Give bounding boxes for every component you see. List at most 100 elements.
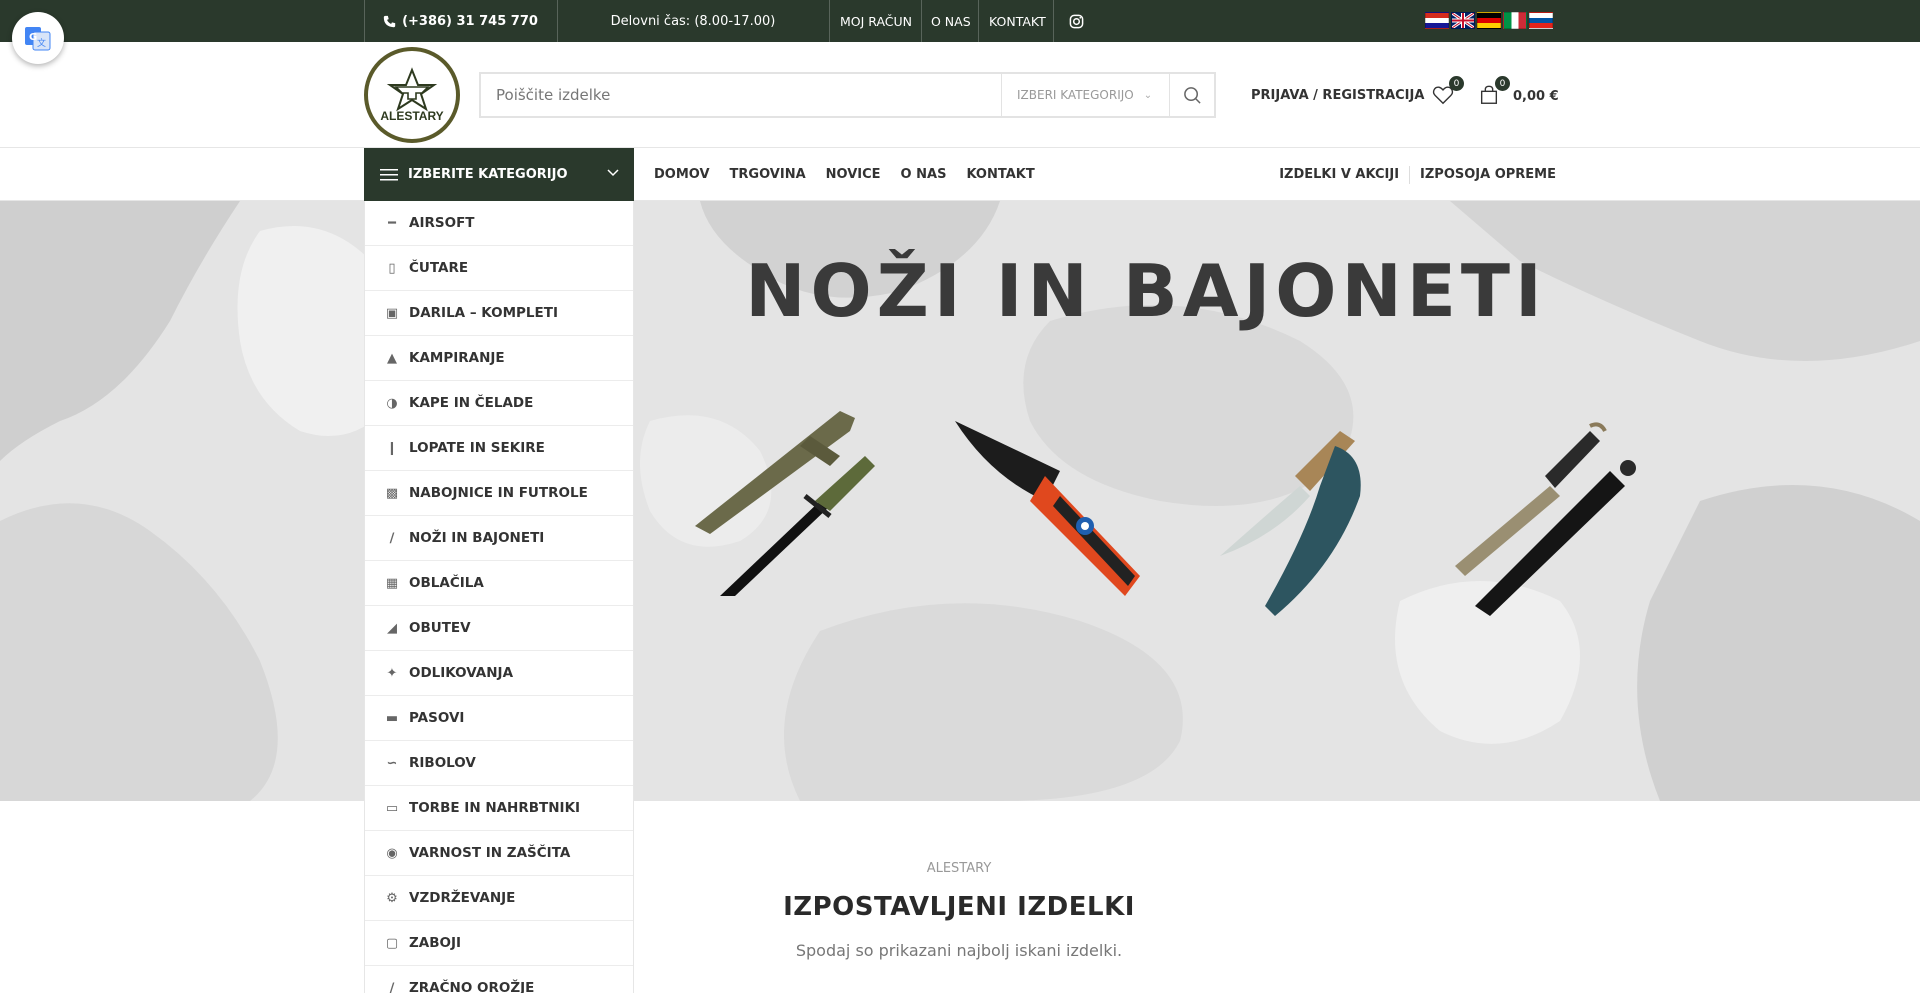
category-label: RIBOLOV xyxy=(409,755,476,771)
category-camping[interactable]: ▲ KAMPIRANJE xyxy=(365,336,633,381)
svg-text:G: G xyxy=(29,32,37,43)
category-gifts[interactable]: ▣ DARILA – KOMPLETI xyxy=(365,291,633,336)
category-clothing[interactable]: ▦ OBLAČILA xyxy=(365,561,633,606)
croatian-flag[interactable] xyxy=(1425,12,1449,29)
header: ALESTARY IZBERI KATEGORIJO ⌄ PRIJAVA / R… xyxy=(0,42,1920,148)
category-crates[interactable]: ▢ ZABOJI xyxy=(365,921,633,966)
secondary-menu: IZDELKI V AKCIJI IZPOSOJA OPREME xyxy=(1279,148,1556,201)
contact-link[interactable]: KONTAKT xyxy=(989,0,1046,42)
search-input[interactable] xyxy=(481,74,1001,116)
nav-home[interactable]: DOMOV xyxy=(654,167,710,182)
category-belts[interactable]: ▬ PASOVI xyxy=(365,696,633,741)
section-kicker: ALESTARY xyxy=(926,861,992,876)
about-link[interactable]: O NAS xyxy=(931,0,971,42)
bayonet-image xyxy=(695,411,875,596)
nav-news[interactable]: NOVICE xyxy=(826,167,881,182)
cart-total[interactable]: 0,00 € xyxy=(1513,84,1559,108)
hamburger-icon xyxy=(380,168,398,180)
hunting-knife-image xyxy=(1220,431,1361,616)
section-subtitle: Spodaj so prikazani najbolj iskani izdel… xyxy=(795,941,1123,960)
divider xyxy=(829,0,830,42)
category-label: ZABOJI xyxy=(409,935,462,951)
folding-knife-image xyxy=(955,421,1140,596)
backpack-icon: ▭ xyxy=(385,800,399,816)
category-label: OBUTEV xyxy=(409,620,471,636)
phone-icon xyxy=(383,15,396,27)
star-anvil-icon xyxy=(386,67,438,112)
wishlist-button[interactable]: 0 xyxy=(1432,76,1464,108)
category-label: ČUTARE xyxy=(409,260,469,276)
air-gun-icon: ∕ xyxy=(389,980,395,993)
category-menu-toggle[interactable]: IZBERITE KATEGORIJO xyxy=(364,148,634,201)
instagram-link[interactable] xyxy=(1069,0,1084,42)
google-translate-button[interactable]: G 文 xyxy=(12,12,64,64)
category-canteens[interactable]: ▯ ČUTARE xyxy=(365,246,633,291)
slovenian-flag[interactable] xyxy=(1529,12,1553,29)
nav-equipment-rental[interactable]: IZPOSOJA OPREME xyxy=(1420,167,1556,182)
helmet-icon: ◑ xyxy=(386,395,398,411)
category-shovels-axes[interactable]: ❙ LOPATE IN SEKIRE xyxy=(365,426,633,471)
my-account-link[interactable]: MOJ RAČUN xyxy=(840,0,912,42)
maintenance-icon: ⚙ xyxy=(386,890,398,906)
category-safety[interactable]: ◉ VARNOST IN ZAŠČITA xyxy=(365,831,633,876)
category-medals[interactable]: ✦ ODLIKOVANJA xyxy=(365,651,633,696)
category-airsoft[interactable]: ━ AIRSOFT xyxy=(365,201,633,246)
gas-mask-icon: ◉ xyxy=(386,845,398,861)
search-icon xyxy=(1183,86,1201,104)
hero-title: NOŽI IN BAJONETI xyxy=(745,249,1547,333)
nav-contact[interactable]: KONTAKT xyxy=(966,167,1034,182)
login-register-link[interactable]: PRIJAVA / REGISTRACIJA xyxy=(1251,84,1424,106)
cart-count: 0 xyxy=(1495,76,1510,91)
category-holsters[interactable]: ▩ NABOJNICE IN FUTROLE xyxy=(365,471,633,516)
category-helmets[interactable]: ◑ KAPE IN ČELADE xyxy=(365,381,633,426)
category-air-guns[interactable]: ∕ ZRAČNO OROŽJE xyxy=(365,966,633,993)
phone-link[interactable]: (+386) 31 745 770 xyxy=(364,0,557,42)
search-form: IZBERI KATEGORIJO ⌄ xyxy=(479,72,1216,118)
svg-text:文: 文 xyxy=(37,37,46,49)
instagram-icon xyxy=(1069,14,1084,28)
nav-about[interactable]: O NAS xyxy=(901,167,947,182)
nav-shop[interactable]: TRGOVINA xyxy=(730,167,806,182)
category-label: TORBE IN NAHRBTNIKI xyxy=(409,800,581,816)
category-label: ZRAČNO OROŽJE xyxy=(409,980,535,993)
divider xyxy=(1053,0,1054,42)
category-menu-label: IZBERITE KATEGORIJO xyxy=(408,167,568,182)
canteen-icon: ▯ xyxy=(388,260,396,276)
logo-text: ALESTARY xyxy=(380,109,444,123)
chevron-down-icon xyxy=(607,169,619,177)
category-label: PASOVI xyxy=(409,710,465,726)
german-flag[interactable] xyxy=(1477,12,1501,29)
medal-icon: ✦ xyxy=(386,665,398,681)
category-label: DARILA – KOMPLETI xyxy=(409,305,558,321)
category-label: NABOJNICE IN FUTROLE xyxy=(409,485,588,501)
category-label: OBLAČILA xyxy=(409,575,484,591)
category-label: VARNOST IN ZAŠČITA xyxy=(409,845,571,861)
working-hours: Delovni čas: (8.00-17.00) xyxy=(610,13,776,29)
category-fishing[interactable]: ∽ RIBOLOV xyxy=(365,741,633,786)
top-bar: (+386) 31 745 770 Delovni čas: (8.00-17.… xyxy=(0,0,1920,42)
shovel-icon: ❙ xyxy=(386,440,398,456)
nav-sale-products[interactable]: IZDELKI V AKCIJI xyxy=(1279,167,1399,182)
category-label: LOPATE IN SEKIRE xyxy=(409,440,545,456)
phone-number: (+386) 31 745 770 xyxy=(402,13,538,29)
cart-button[interactable]: 0 xyxy=(1478,76,1510,108)
search-button[interactable] xyxy=(1169,74,1214,116)
hero-banner[interactable]: NOŽI IN BAJONETI xyxy=(0,201,1920,801)
translate-icon: G 文 xyxy=(25,27,51,51)
category-label: VZDRŽEVANJE xyxy=(409,890,516,906)
featured-section: ALESTARY IZPOSTAVLJENI IZDELKI Spodaj so… xyxy=(634,801,1920,993)
category-maintenance[interactable]: ⚙ VZDRŽEVANJE xyxy=(365,876,633,921)
category-bags[interactable]: ▭ TORBE IN NAHRBTNIKI xyxy=(365,786,633,831)
holster-icon: ▩ xyxy=(385,485,399,501)
divider xyxy=(978,0,979,42)
category-label: AIRSOFT xyxy=(409,215,475,231)
italian-flag[interactable] xyxy=(1503,12,1527,29)
main-menu: DOMOV TRGOVINA NOVICE O NAS KONTAKT xyxy=(654,148,1035,201)
category-footwear[interactable]: ◢ OBUTEV xyxy=(365,606,633,651)
boot-icon: ◢ xyxy=(387,620,397,636)
english-flag[interactable] xyxy=(1451,12,1475,29)
logo[interactable]: ALESTARY xyxy=(364,47,460,143)
category-knives[interactable]: ∕ NOŽI IN BAJONETI xyxy=(365,516,633,561)
gun-icon: ━ xyxy=(388,215,396,231)
category-select[interactable]: IZBERI KATEGORIJO ⌄ xyxy=(1001,74,1171,116)
